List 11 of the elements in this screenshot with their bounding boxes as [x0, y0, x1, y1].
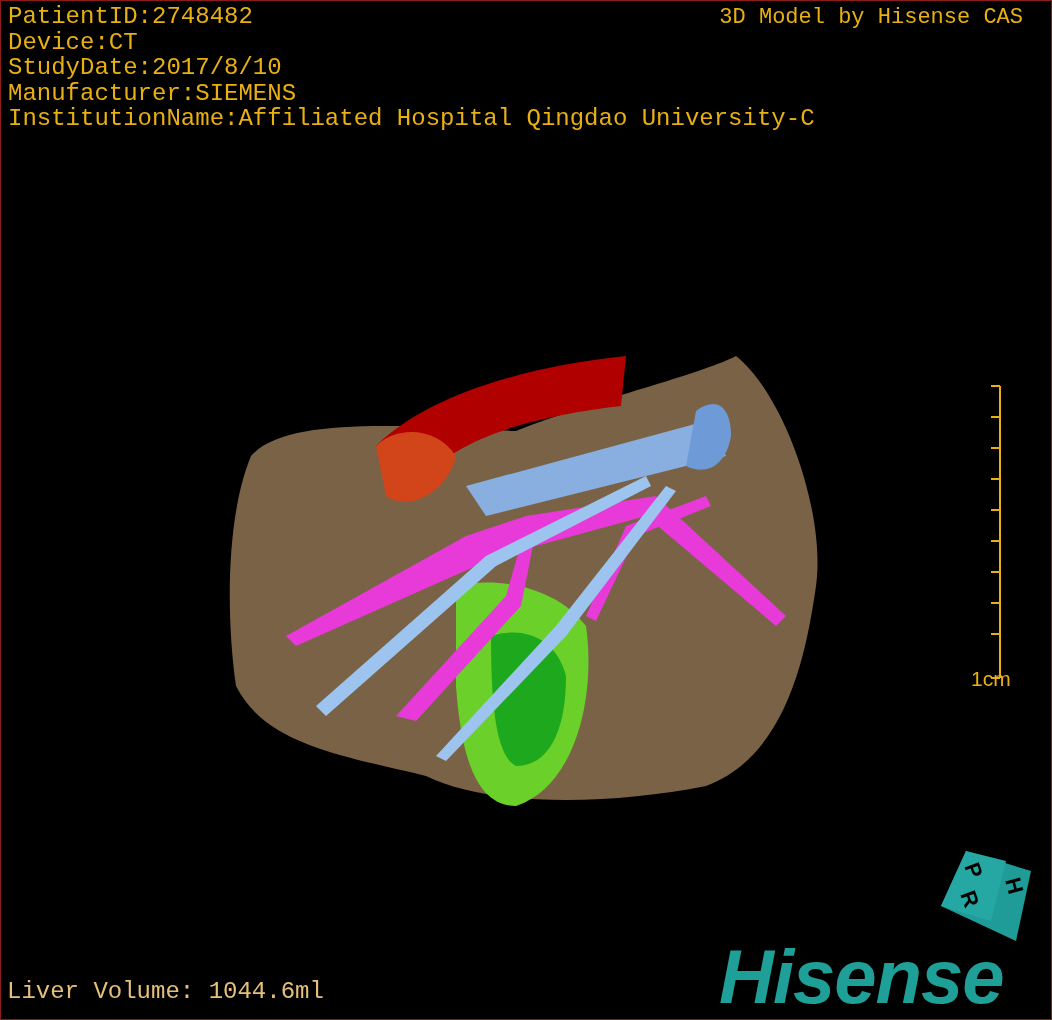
info-line: Device:CT	[8, 29, 138, 55]
info-line: StudyDate:2017/8/10	[8, 55, 282, 81]
cube-label: R	[955, 887, 985, 911]
info-line: PatientID:2748482	[8, 4, 253, 30]
info-line: Manufacturer:SIEMENS	[8, 80, 297, 106]
info-line: InstitutionName:Affiliated Hospital Qingdao University-C	[8, 106, 815, 132]
brand-logo: Hisense	[719, 937, 1004, 1017]
viewer-title: 3D Model by Hisense CAS	[719, 5, 1023, 30]
liver-volume: Liver Volume: 1044.6ml	[7, 979, 324, 1005]
cube-label: H	[1000, 874, 1029, 897]
cube-label: P	[959, 859, 988, 882]
